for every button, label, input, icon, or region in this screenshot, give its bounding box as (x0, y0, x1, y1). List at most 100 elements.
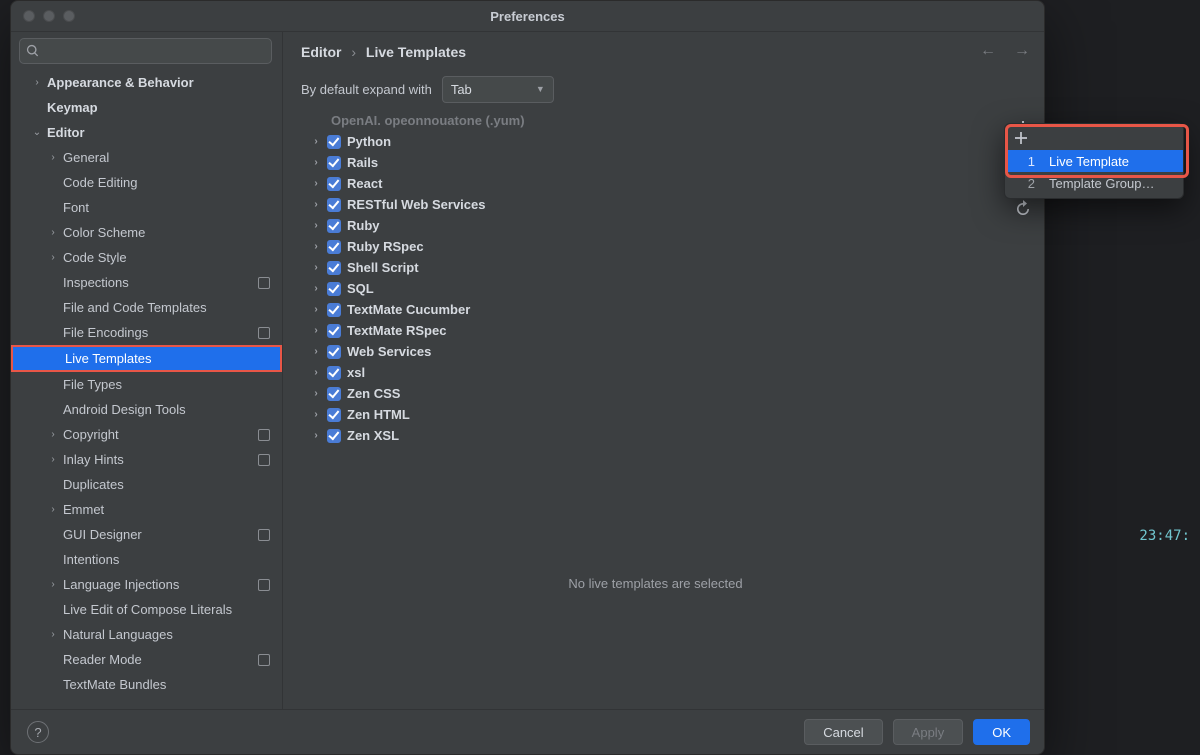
apply-button[interactable]: Apply (893, 719, 964, 745)
sidebar-item-code-style[interactable]: ›Code Style (11, 245, 282, 270)
sidebar-item-natural-languages[interactable]: ›Natural Languages (11, 622, 282, 647)
template-group-textmate-rspec[interactable]: ›TextMate RSpec (301, 320, 1010, 341)
ok-button[interactable]: OK (973, 719, 1030, 745)
sidebar-item-general[interactable]: › General (11, 145, 282, 170)
sidebar-item-label: File Types (63, 377, 122, 392)
sidebar-item-live-templates[interactable]: Live Templates (11, 345, 282, 372)
sidebar-item-file-and-code-templates[interactable]: File and Code Templates (11, 295, 282, 320)
settings-tree[interactable]: ›Appearance & BehaviorKeymap⌄Editor › Gene… (11, 70, 282, 709)
popup-item-shortcut: 1 (1021, 154, 1035, 169)
help-button[interactable]: ? (27, 721, 49, 743)
sidebar-item-label: Live Edit of Compose Literals (63, 602, 232, 617)
chevron-right-icon: › (311, 262, 321, 273)
template-group-python[interactable]: ›Python (301, 131, 1010, 152)
settings-sidebar: ›Appearance & BehaviorKeymap⌄Editor › Gene… (11, 32, 283, 709)
template-group-shell-script[interactable]: ›Shell Script (301, 257, 1010, 278)
template-group-checkbox[interactable] (327, 219, 341, 233)
chevron-right-icon: › (311, 157, 321, 168)
expand-key-dropdown[interactable]: Tab ▼ (442, 76, 554, 103)
back-arrow-icon[interactable]: ← (980, 42, 996, 60)
template-group-tree[interactable]: OpenAI. opeonnouatone (.yum) ›Python›Rai… (301, 106, 1010, 709)
template-group-checkbox[interactable] (327, 240, 341, 254)
sidebar-item-label: Editor (47, 125, 85, 140)
sidebar-item-color-scheme[interactable]: ›Color Scheme (11, 220, 282, 245)
project-scope-icon (258, 277, 270, 289)
breadcrumb: Editor › Live Templates (301, 44, 466, 60)
search-input[interactable] (19, 38, 272, 64)
chevron-icon: › (47, 252, 59, 263)
sidebar-item-live-edit-of-compose-literals[interactable]: Live Edit of Compose Literals (11, 597, 282, 622)
revert-button[interactable] (1013, 198, 1033, 218)
sidebar-item-label: Natural Languages (63, 627, 173, 642)
chevron-right-icon: › (311, 178, 321, 189)
search-input-field[interactable] (46, 44, 265, 59)
zoom-dot-icon[interactable] (63, 10, 75, 22)
sidebar-item-textmate-bundles[interactable]: TextMate Bundles (11, 672, 282, 697)
template-group-checkbox[interactable] (327, 387, 341, 401)
sidebar-item-appearance-behavior[interactable]: ›Appearance & Behavior (11, 70, 282, 95)
chevron-right-icon: › (311, 388, 321, 399)
template-group-sql[interactable]: ›SQL (301, 278, 1010, 299)
sidebar-item-code-editing[interactable]: Code Editing (11, 170, 282, 195)
sidebar-item-label: Font (63, 200, 89, 215)
sidebar-item-file-encodings[interactable]: File Encodings (11, 320, 282, 345)
template-group-checkbox[interactable] (327, 408, 341, 422)
chevron-right-icon: › (311, 241, 321, 252)
sidebar-item-file-types[interactable]: File Types (11, 372, 282, 397)
sidebar-item-font[interactable]: Font (11, 195, 282, 220)
template-group-ruby[interactable]: ›Ruby (301, 215, 1010, 236)
template-group-checkbox[interactable] (327, 198, 341, 212)
sidebar-item-reader-mode[interactable]: Reader Mode (11, 647, 282, 672)
template-group-checkbox[interactable] (327, 345, 341, 359)
preferences-dialog: Preferences ›Appearance & BehaviorKeymap… (10, 0, 1045, 755)
sidebar-item-label: Emmet (63, 502, 104, 517)
template-group-checkbox[interactable] (327, 261, 341, 275)
sidebar-item-label: General (63, 150, 109, 165)
close-dot-icon[interactable] (23, 10, 35, 22)
chevron-right-icon: › (311, 199, 321, 210)
minimize-dot-icon[interactable] (43, 10, 55, 22)
popup-item-live-template[interactable]: 1Live Template (1005, 150, 1183, 172)
template-group-checkbox[interactable] (327, 282, 341, 296)
template-group-ruby-rspec[interactable]: ›Ruby RSpec (301, 236, 1010, 257)
template-group-checkbox[interactable] (327, 324, 341, 338)
sidebar-item-inspections[interactable]: Inspections (11, 270, 282, 295)
chevron-down-icon: ▼ (536, 84, 545, 94)
template-group-zen-css[interactable]: ›Zen CSS (301, 383, 1010, 404)
template-group-textmate-cucumber[interactable]: ›TextMate Cucumber (301, 299, 1010, 320)
template-group-checkbox[interactable] (327, 156, 341, 170)
template-group-checkbox[interactable] (327, 177, 341, 191)
popup-item-template-group-[interactable]: 2Template Group… (1005, 172, 1183, 194)
template-group-react[interactable]: ›React (301, 173, 1010, 194)
template-group-checkbox[interactable] (327, 135, 341, 149)
breadcrumb-root[interactable]: Editor (301, 44, 341, 60)
sidebar-item-label: Live Templates (65, 351, 151, 366)
sidebar-item-language-injections[interactable]: ›Language Injections (11, 572, 282, 597)
forward-arrow-icon[interactable]: → (1014, 42, 1030, 60)
sidebar-item-gui-designer[interactable]: GUI Designer (11, 522, 282, 547)
sidebar-item-intentions[interactable]: Intentions (11, 547, 282, 572)
template-group-checkbox[interactable] (327, 366, 341, 380)
sidebar-item-label: Reader Mode (63, 652, 142, 667)
template-group-restful-web-services[interactable]: ›RESTful Web Services (301, 194, 1010, 215)
template-group-web-services[interactable]: ›Web Services (301, 341, 1010, 362)
chevron-icon: › (47, 152, 59, 163)
template-group-checkbox[interactable] (327, 303, 341, 317)
template-group-zen-xsl[interactable]: ›Zen XSL (301, 425, 1010, 446)
template-group-xsl[interactable]: ›xsl (301, 362, 1010, 383)
template-group-rails[interactable]: ›Rails (301, 152, 1010, 173)
sidebar-item-keymap[interactable]: Keymap (11, 95, 282, 120)
sidebar-item-label: Copyright (63, 427, 119, 442)
sidebar-item-duplicates[interactable]: Duplicates (11, 472, 282, 497)
sidebar-item-label: TextMate Bundles (63, 677, 166, 692)
sidebar-item-copyright[interactable]: ›Copyright (11, 422, 282, 447)
cancel-button[interactable]: Cancel (804, 719, 882, 745)
template-group-checkbox[interactable] (327, 429, 341, 443)
chevron-icon: › (47, 454, 59, 465)
chevron-right-icon: › (311, 430, 321, 441)
sidebar-item-inlay-hints[interactable]: ›Inlay Hints (11, 447, 282, 472)
template-group-zen-html[interactable]: ›Zen HTML (301, 404, 1010, 425)
sidebar-item-android-design-tools[interactable]: Android Design Tools (11, 397, 282, 422)
sidebar-item-emmet[interactable]: ›Emmet (11, 497, 282, 522)
sidebar-item-editor[interactable]: ⌄Editor (11, 120, 282, 145)
